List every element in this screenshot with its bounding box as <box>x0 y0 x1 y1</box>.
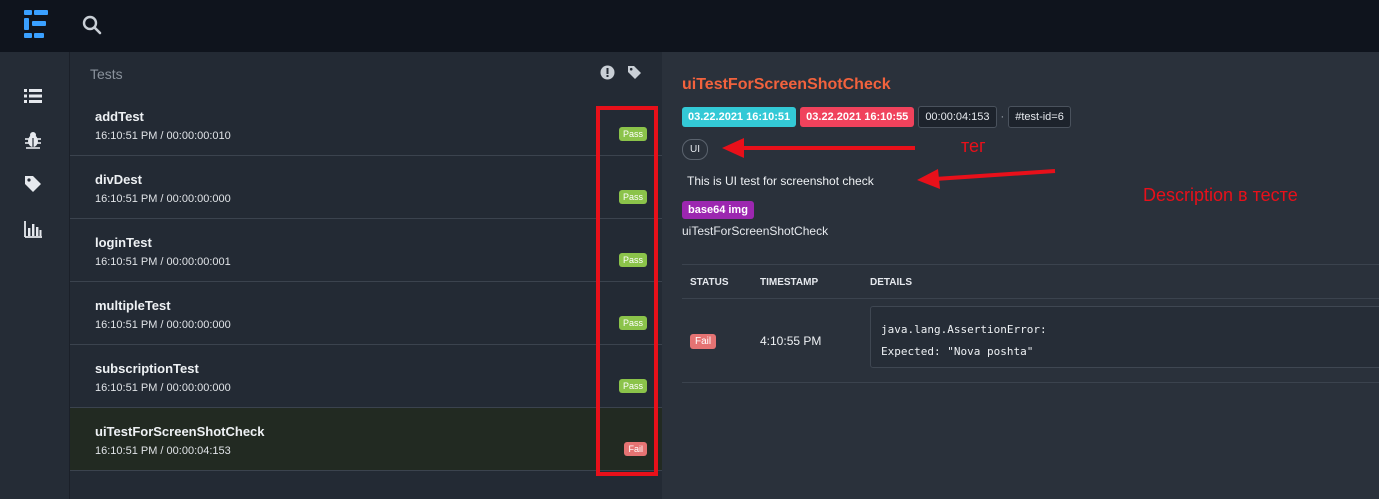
test-meta-row: 03.22.2021 16:10:51 03.22.2021 16:10:55 … <box>682 106 1075 128</box>
media-name: uiTestForScreenShotCheck <box>682 224 829 238</box>
annotation-box <box>596 106 658 476</box>
test-list-panel: Tests addTest 16:10:51 PM / 00:00:00:010… <box>70 52 662 499</box>
log-table-header: STATUS TIMESTAMP DETAILS <box>682 264 1379 299</box>
test-name: loginTest <box>95 235 152 250</box>
column-header-timestamp: TIMESTAMP <box>760 277 819 288</box>
exclamation-icon[interactable] <box>600 65 615 80</box>
side-nav <box>0 52 70 499</box>
test-name: divDest <box>95 172 142 187</box>
test-item-addtest[interactable]: addTest 16:10:51 PM / 00:00:00:010 Pass <box>70 93 662 156</box>
test-item-subscriptiontest[interactable]: subscriptionTest 16:10:51 PM / 00:00:00:… <box>70 345 662 408</box>
test-time: 16:10:51 PM / 00:00:00:000 <box>95 319 231 331</box>
logo-icon[interactable] <box>22 8 50 40</box>
annotation-tag-label: тег <box>961 136 986 156</box>
test-time: 16:10:51 PM / 00:00:00:001 <box>95 256 231 268</box>
bug-icon[interactable] <box>23 130 43 150</box>
log-status-badge: Fail <box>690 334 717 349</box>
separator: · <box>1000 111 1005 123</box>
log-timestamp: 4:10:55 PM <box>760 334 822 348</box>
base64-image-badge[interactable]: base64 img <box>682 201 754 219</box>
end-time-badge: 03.22.2021 16:10:55 <box>800 107 915 127</box>
search-icon[interactable] <box>82 15 102 35</box>
test-name: uiTestForScreenShotCheck <box>95 424 265 439</box>
test-detail-title: uiTestForScreenShotCheck <box>682 76 891 93</box>
test-item-uitestforscreenshotcheck[interactable]: uiTestForScreenShotCheck 16:10:51 PM / 0… <box>70 408 662 471</box>
tag-icon[interactable] <box>627 65 642 80</box>
start-time-badge: 03.22.2021 16:10:51 <box>682 107 797 127</box>
list-icon[interactable] <box>23 86 43 106</box>
column-header-details: DETAILS <box>870 277 913 288</box>
test-name: multipleTest <box>95 298 171 313</box>
test-time: 16:10:51 PM / 00:00:00:000 <box>95 382 231 394</box>
test-item-logintest[interactable]: loginTest 16:10:51 PM / 00:00:00:001 Pas… <box>70 219 662 282</box>
category-tag[interactable]: UI <box>682 139 708 160</box>
top-bar <box>0 0 1379 52</box>
test-item-multipletest[interactable]: multipleTest 16:10:51 PM / 00:00:00:000 … <box>70 282 662 345</box>
annotation-description-label: Description в тесте <box>1143 185 1298 205</box>
duration-badge: 00:00:04:153 <box>918 106 997 128</box>
test-id-badge: #test-id=6 <box>1008 106 1071 128</box>
log-table-row: Fail 4:10:55 PM java.lang.AssertionError… <box>682 299 1379 383</box>
test-time: 16:10:51 PM / 00:00:00:010 <box>95 130 231 142</box>
log-details: java.lang.AssertionError: Expected: "Nov… <box>870 306 1379 368</box>
test-item-divdest[interactable]: divDest 16:10:51 PM / 00:00:00:000 Pass <box>70 156 662 219</box>
test-detail-panel: uiTestForScreenShotCheck 03.22.2021 16:1… <box>662 52 1379 499</box>
bar-chart-icon[interactable] <box>23 219 43 239</box>
test-time: 16:10:51 PM / 00:00:00:000 <box>95 193 231 205</box>
test-description: This is UI test for screenshot check <box>687 174 874 188</box>
test-time: 16:10:51 PM / 00:00:04:153 <box>95 445 231 457</box>
test-name: addTest <box>95 109 144 124</box>
test-list-header: Tests <box>70 52 662 93</box>
test-list-title: Tests <box>90 66 123 82</box>
tag-icon[interactable] <box>23 174 43 194</box>
column-header-status: STATUS <box>690 277 729 288</box>
test-name: subscriptionTest <box>95 361 199 376</box>
